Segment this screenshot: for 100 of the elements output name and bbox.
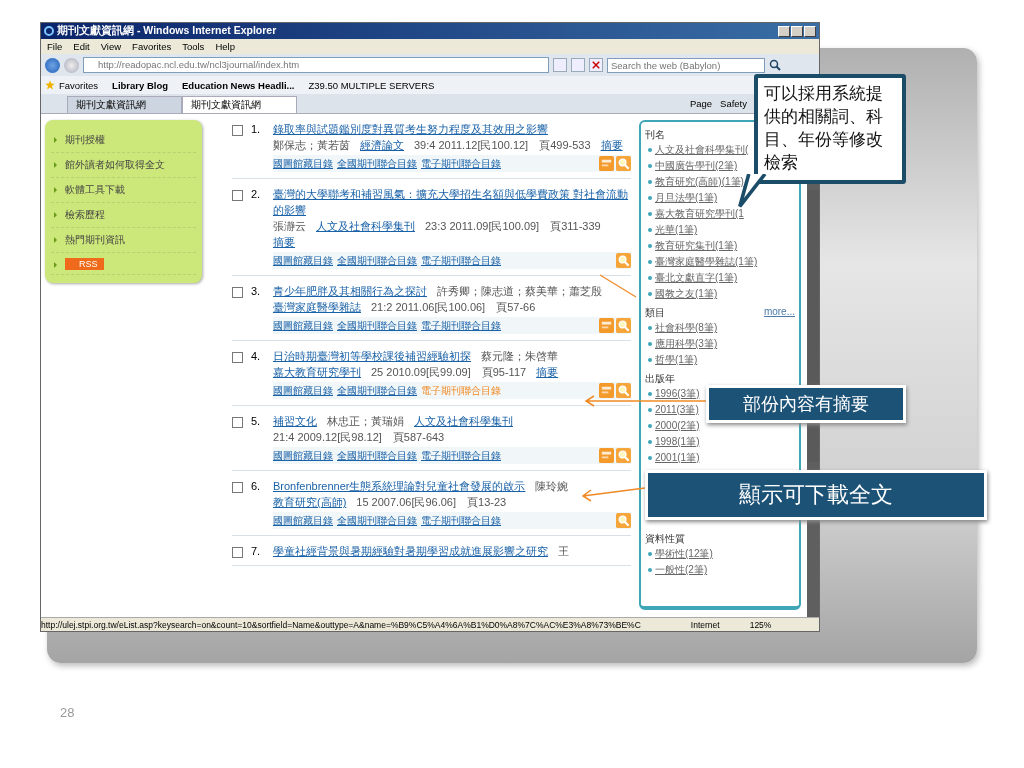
checkbox[interactable] [232,352,243,363]
facet-link[interactable]: 嘉大教育研究學刊(1 [655,207,744,221]
catalog-link[interactable]: 電子期刊聯合目錄 [421,448,501,463]
catalog-link[interactable]: 國圖館藏目錄 [273,383,333,398]
journal-link[interactable]: 人文及社會科學集刊 [414,413,513,429]
command-menu[interactable]: Safety [720,98,747,109]
article-title-link[interactable]: Bronfenbrenner生態系統理論對兒童社會發展的啟示 [273,478,526,494]
favorites-button[interactable]: Favorites [59,79,99,91]
abstract-link[interactable]: 摘要 [536,364,559,380]
menu-item[interactable]: Tools [182,41,205,52]
back-button[interactable] [45,57,60,73]
pdf-icon[interactable] [599,156,614,171]
abstract-link[interactable]: 摘要 [273,234,295,250]
stop-icon[interactable] [589,58,603,72]
facet-link[interactable]: 應用科學(3筆) [655,337,718,351]
checkbox[interactable] [232,287,243,298]
pdf-icon[interactable] [599,448,614,463]
facet-link[interactable]: 光華(1筆) [655,223,698,237]
sidebar-link[interactable]: 熱門期刊資訊 [51,228,196,253]
menu-item[interactable]: Favorites [132,41,172,52]
facet-link[interactable]: 教育研究集刊(1筆) [655,239,738,253]
catalog-link[interactable]: 全國期刊聯合目錄 [337,448,417,463]
menu-item[interactable]: Edit [73,41,90,52]
checkbox[interactable] [232,417,243,428]
article-title-link[interactable]: 青少年肥胖及其相關行為之探討 [273,283,427,299]
catalog-link[interactable]: 全國期刊聯合目錄 [337,513,417,528]
sidebar-link[interactable]: 檢索歷程 [51,203,196,228]
facet-link[interactable]: 社會科學(8筆) [655,321,718,335]
article-title-link[interactable]: 臺灣的大學聯考和補習風氣：擴充大學招生名額與低學費政策 對社會流動的影響 [273,186,631,218]
catalog-link[interactable]: 國圖館藏目錄 [273,448,333,463]
facet-link[interactable]: 臺北文獻直字(1筆) [655,271,738,285]
address-field[interactable]: http://readopac.ncl.edu.tw/ncl3journal/index.htm [83,57,549,73]
journal-link[interactable]: 人文及社會科學集刊 [316,218,415,234]
menu-item[interactable]: View [100,41,122,52]
pdf-icon[interactable] [599,383,614,398]
pdf-icon[interactable] [599,318,614,333]
facet-link[interactable]: 2000(2筆) [655,419,700,433]
facet-link[interactable]: 2001(1筆) [655,451,700,465]
favorite-link[interactable]: Library Blog [112,79,169,91]
command-menu[interactable]: Page [689,98,713,109]
more-link[interactable]: more... [763,306,795,320]
magnifier-icon[interactable] [616,448,631,463]
facet-link[interactable]: 1998(1筆) [655,435,700,449]
facet-link[interactable]: 教育研究(高師)(1筆) [655,175,744,189]
search-icon[interactable] [769,59,781,71]
favorite-link[interactable]: Z39.50 MULTIPLE SERVERS [308,79,435,91]
magnifier-icon[interactable] [616,513,631,528]
catalog-link[interactable]: 國圖館藏目錄 [273,318,333,333]
checkbox[interactable] [232,125,243,136]
menu-item[interactable]: Help [215,41,235,52]
article-title-link[interactable]: 錄取率與試題鑑別度對異質考生努力程度及其效用之影響 [273,121,548,137]
journal-link[interactable]: 教育研究(高師) [273,494,347,510]
magnifier-icon[interactable] [616,318,631,333]
catalog-link[interactable]: 國圖館藏目錄 [273,513,333,528]
browser-tab[interactable]: 期刊文獻資訊網 [182,96,297,113]
minimize-button[interactable] [778,25,790,37]
sidebar-link[interactable]: 館外讀者如何取得全文 [51,153,196,178]
checkbox[interactable] [232,482,243,493]
checkbox[interactable] [232,190,243,201]
facet-link[interactable]: 學術性(12筆) [655,547,713,561]
article-title-link[interactable]: 日治時期臺灣初等學校課後補習經驗初探 [273,348,471,364]
facet-link[interactable]: 月旦法學(1筆) [655,191,718,205]
facet-link[interactable]: 臺灣家庭醫學雜誌(1筆) [655,255,758,269]
favorite-link[interactable]: Education News Headli... [182,79,295,91]
facet-link[interactable]: 1996(3筆) [655,387,700,401]
facet-link[interactable]: 2011(3筆) [655,403,699,417]
journal-link[interactable]: 嘉大教育研究學刊 [273,364,361,380]
journal-link[interactable]: 臺灣家庭醫學雜誌 [273,299,361,315]
catalog-link[interactable]: 國圖館藏目錄 [273,156,333,171]
catalog-link[interactable]: 全國期刊聯合目錄 [337,383,417,398]
article-title-link[interactable]: 學童社經背景與暑期經驗對暑期學習成就進展影響之研究 [273,543,548,559]
journal-link[interactable]: 經濟論文 [360,137,404,153]
catalog-link[interactable]: 電子期刊聯合目錄 [421,318,501,333]
facet-link[interactable]: 中國廣告學刊(2筆) [655,159,738,173]
bullet-icon [648,164,652,168]
catalog-link[interactable]: 全國期刊聯合目錄 [337,156,417,171]
zoom-control[interactable]: 125% [749,619,772,630]
magnifier-icon[interactable] [616,253,631,268]
sidebar-link[interactable]: 期刊授權 [51,128,196,153]
facet-link[interactable]: 一般性(2筆) [655,563,708,577]
catalog-link[interactable]: 國圖館藏目錄 [273,253,333,268]
catalog-link[interactable]: 電子期刊聯合目錄 [421,513,501,528]
article-title-link[interactable]: 補習文化 [273,413,317,429]
menu-item[interactable]: File [47,41,63,52]
magnifier-icon[interactable] [616,156,631,171]
facet-link[interactable]: 哲學(1筆) [655,353,698,367]
catalog-link[interactable]: 電子期刊聯合目錄 [421,253,501,268]
catalog-link[interactable]: 電子期刊聯合目錄 [421,156,501,171]
search-field[interactable]: Search the web (Babylon) [607,57,765,73]
facet-link[interactable]: 國教之友(1筆) [655,287,718,301]
catalog-link[interactable]: 全國期刊聯合目錄 [337,318,417,333]
sidebar-link[interactable]: 軟體工具下載 [51,178,196,203]
magnifier-icon[interactable] [616,383,631,398]
maximize-button[interactable] [791,25,803,37]
abstract-link[interactable]: 摘要 [600,137,623,153]
catalog-link[interactable]: 全國期刊聯合目錄 [337,253,417,268]
browser-tab[interactable]: 期刊文獻資訊網 [67,96,182,113]
checkbox[interactable] [232,547,243,558]
facet-link[interactable]: 人文及社會科學集刊( [655,143,749,157]
close-button[interactable] [804,25,816,37]
